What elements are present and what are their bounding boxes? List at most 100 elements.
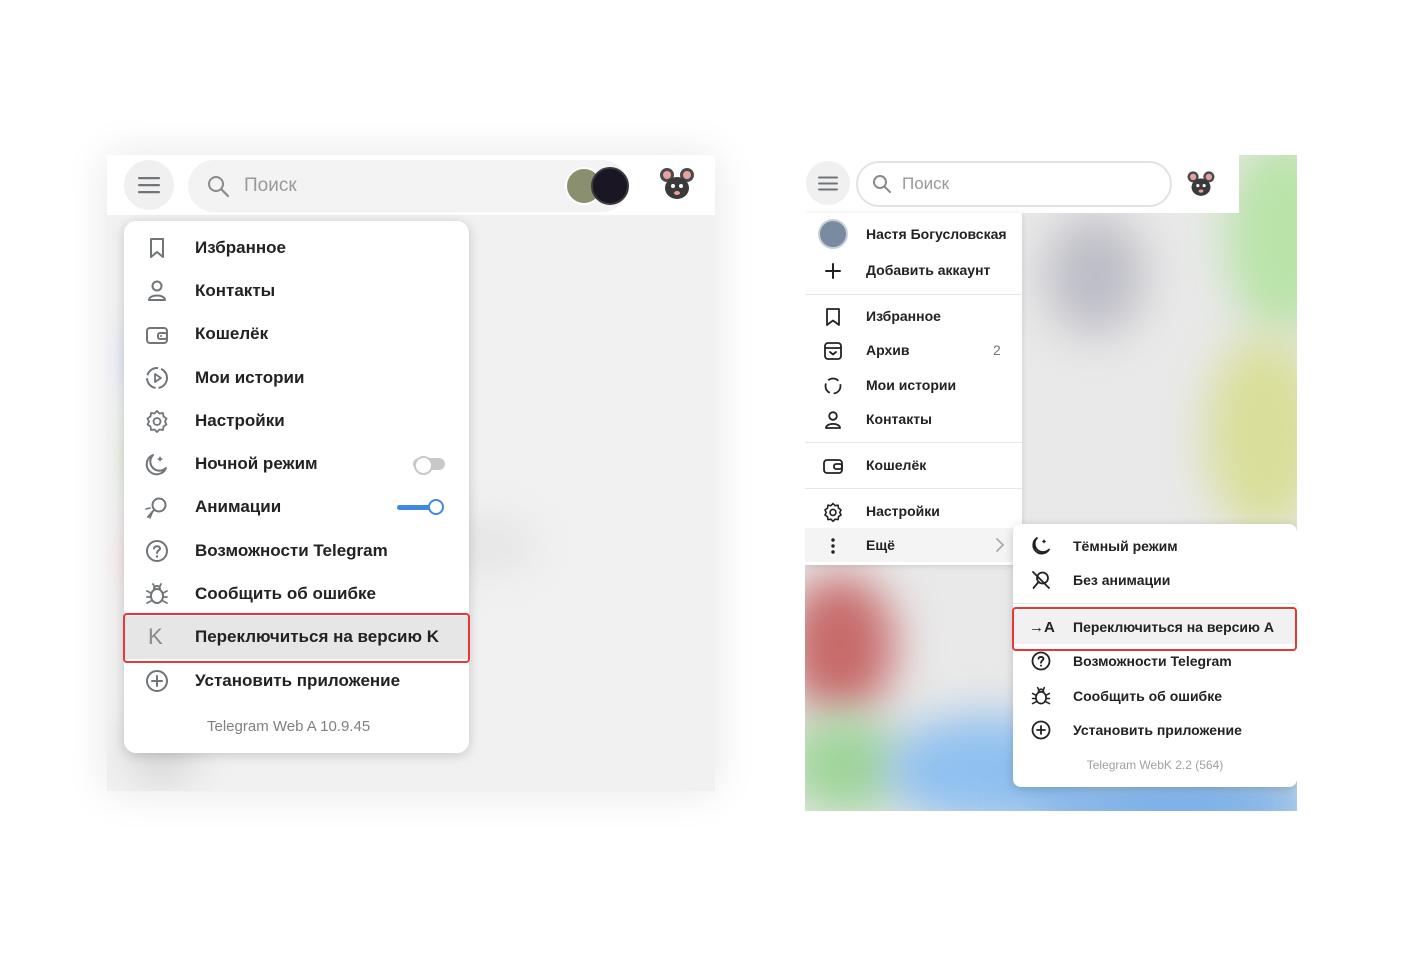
menu-item-label: Настройки <box>195 410 285 430</box>
telegram-webk-window: Настя Богусловская Добавить аккаунт Избр… <box>805 155 1297 811</box>
no-animation-icon <box>1032 571 1050 589</box>
menu-item-label: Архив <box>866 342 910 358</box>
menu-item-label: Сообщить об ошибке <box>195 584 376 604</box>
bookmark-icon <box>826 308 840 326</box>
submenu-item-label: Тёмный режим <box>1073 538 1178 554</box>
account-name: Настя Богусловская <box>866 226 1007 242</box>
menu-item-settings[interactable]: Настройки <box>124 399 469 442</box>
submenu-item-dark-mode[interactable]: Тёмный режим <box>1013 529 1297 563</box>
letter-k-icon: K <box>148 623 163 649</box>
mouse-avatar-icon <box>660 168 694 199</box>
account-photo <box>818 219 848 249</box>
main-menu-button[interactable] <box>806 161 850 205</box>
wallet-icon <box>823 459 843 474</box>
submenu-divider <box>1013 603 1297 604</box>
menu-item-wallet[interactable]: Кошелёк <box>805 448 1022 482</box>
moon-icon <box>145 454 167 476</box>
bug-icon <box>1031 686 1051 705</box>
menu-item-archive[interactable]: Архив 2 <box>805 333 1022 367</box>
submenu-item-no-animation[interactable]: Без анимации <box>1013 563 1297 597</box>
plus-icon <box>825 263 841 279</box>
stories-icon <box>146 366 168 389</box>
account-avatar[interactable] <box>658 165 696 203</box>
main-menu-button[interactable] <box>124 160 174 210</box>
app-version: Telegram Web A 10.9.45 <box>207 718 371 735</box>
add-account-label: Добавить аккаунт <box>866 262 991 278</box>
submenu-item-report-bug[interactable]: Сообщить об ошибке <box>1013 679 1297 713</box>
archive-icon <box>824 342 842 360</box>
menu-item-contacts[interactable]: Контакты <box>805 402 1022 436</box>
submenu-item-label: Установить приложение <box>1073 722 1242 738</box>
menu-divider <box>805 294 1022 295</box>
menu-item-saved[interactable]: Избранное <box>805 299 1022 333</box>
menu-item-label: Возможности Telegram <box>195 540 388 560</box>
night-mode-toggle[interactable] <box>413 456 445 476</box>
menu-item-settings[interactable]: Настройки <box>805 494 1022 528</box>
menu-item-saved[interactable]: Избранное <box>124 226 469 269</box>
telegram-web-a-window: Избранное Контакты Кошелёк Мои и <box>107 155 715 791</box>
search-icon <box>873 175 891 193</box>
menu-item-install-app[interactable]: Установить приложение <box>124 659 469 702</box>
menu-item-more[interactable]: Ещё <box>805 528 1022 562</box>
hamburger-icon <box>138 177 160 194</box>
more-submenu: Тёмный режим Без анимации →A Переключить… <box>1013 524 1297 787</box>
animations-toggle[interactable] <box>397 498 445 515</box>
header-bar <box>107 155 715 215</box>
mouse-avatar-icon <box>1187 171 1215 196</box>
question-icon <box>1031 651 1051 671</box>
menu-item-label: Настройки <box>866 503 940 519</box>
animation-icon <box>145 497 167 519</box>
toggle-knob <box>428 498 444 515</box>
account-item[interactable]: Настя Богусловская <box>805 215 1022 253</box>
plus-circle-icon <box>1031 720 1051 740</box>
menu-item-wallet[interactable]: Кошелёк <box>124 313 469 356</box>
menu-item-my-stories[interactable]: Мои истории <box>805 368 1022 402</box>
story-avatar[interactable] <box>591 167 629 205</box>
menu-item-report-bug[interactable]: Сообщить об ошибке <box>124 572 469 615</box>
menu-item-label: Ночной режим <box>195 454 318 474</box>
submenu-item-telegram-features[interactable]: Возможности Telegram <box>1013 644 1297 678</box>
menu-item-my-stories[interactable]: Мои истории <box>124 356 469 399</box>
moon-icon <box>1032 537 1050 555</box>
menu-item-label: Контакты <box>866 411 933 427</box>
submenu-item-install-app[interactable]: Установить приложение <box>1013 713 1297 747</box>
search-bar[interactable] <box>188 160 629 212</box>
account-avatar[interactable] <box>1186 169 1216 199</box>
menu-item-label: Избранное <box>866 308 941 324</box>
switch-a-icon: →A <box>1029 619 1055 636</box>
menu-item-label: Анимации <box>195 497 282 517</box>
chevron-right-icon <box>996 538 1005 552</box>
menu-item-label: Кошелёк <box>195 324 269 344</box>
gear-icon <box>824 502 842 523</box>
menu-item-contacts[interactable]: Контакты <box>124 269 469 312</box>
main-menu-dropdown: Настя Богусловская Добавить аккаунт Избр… <box>805 213 1022 565</box>
question-icon <box>146 540 168 563</box>
menu-item-label: Установить приложение <box>195 670 401 690</box>
submenu-item-switch-to-a[interactable]: →A Переключиться на версию А <box>1013 610 1297 644</box>
submenu-item-label: Сообщить об ошибке <box>1073 688 1222 704</box>
menu-item-label: Мои истории <box>866 377 957 393</box>
menu-item-telegram-features[interactable]: Возможности Telegram <box>124 529 469 572</box>
menu-item-label: Избранное <box>195 237 286 257</box>
menu-divider <box>805 442 1022 443</box>
add-account-item[interactable]: Добавить аккаунт <box>805 253 1022 287</box>
main-menu-dropdown: Избранное Контакты Кошелёк Мои истории Н… <box>124 221 469 753</box>
menu-item-label: Мои истории <box>195 367 305 387</box>
submenu-item-label: Возможности Telegram <box>1073 653 1232 669</box>
app-version: Telegram WebK 2.2 (564) <box>1086 758 1224 772</box>
menu-divider <box>805 488 1022 489</box>
menu-item-animations[interactable]: Анимации <box>124 486 469 529</box>
menu-item-label: Контакты <box>195 280 276 300</box>
header-bar <box>805 155 1239 213</box>
bookmark-icon <box>150 238 164 258</box>
menu-item-label: Ещё <box>866 537 895 553</box>
search-bar[interactable] <box>856 161 1172 207</box>
gear-icon <box>146 410 168 434</box>
menu-item-switch-to-k[interactable]: K Переключиться на версию K <box>124 615 469 659</box>
search-input[interactable] <box>902 174 1142 194</box>
menu-item-label: Кошелёк <box>866 457 927 473</box>
plus-circle-icon <box>146 669 168 692</box>
user-icon <box>148 280 166 302</box>
search-input[interactable] <box>244 175 524 197</box>
menu-item-night-mode[interactable]: Ночной режим <box>124 442 469 485</box>
